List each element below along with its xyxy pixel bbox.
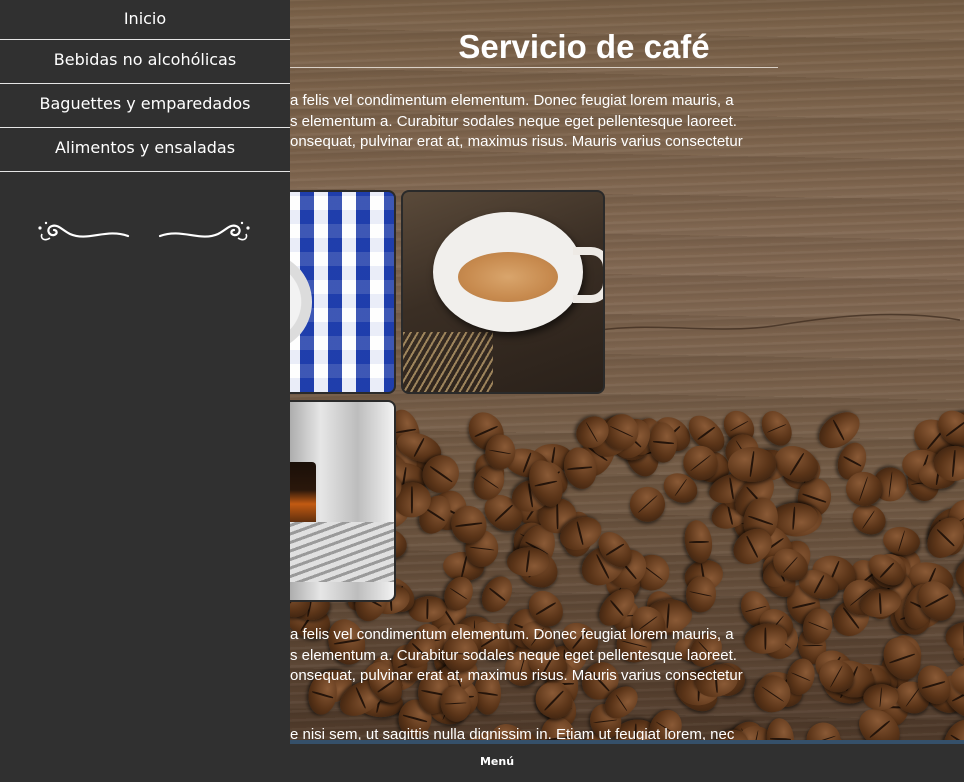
sidebar-item-baguettes[interactable]: Baguettes y emparedados bbox=[0, 84, 290, 128]
menu-button[interactable]: Menú bbox=[472, 755, 522, 768]
cup-handle bbox=[573, 247, 603, 303]
page-title: Servicio de café bbox=[290, 26, 778, 68]
flourish-left-icon bbox=[38, 221, 130, 241]
paragraph-1: a felis vel condimentum elementum. Donec… bbox=[290, 91, 780, 153]
sidebar-item-bebidas[interactable]: Bebidas no alcohólicas bbox=[0, 40, 290, 84]
sidebar-item-inicio[interactable]: Inicio bbox=[0, 0, 290, 40]
paragraph-line: onsequat, pulvinar erat at, maximus risu… bbox=[290, 133, 743, 150]
paragraph-line: a felis vel condimentum elementum. Donec… bbox=[290, 92, 734, 109]
coffee-crema bbox=[458, 252, 558, 302]
paragraph-2: a felis vel condimentum elementum. Donec… bbox=[290, 625, 780, 687]
bottom-bar bbox=[290, 744, 964, 782]
paragraph-line: s elementum a. Curabitur sodales neque e… bbox=[290, 112, 737, 130]
photo-espresso-cup[interactable] bbox=[401, 190, 605, 394]
paragraph-line: s elementum a. Curabitur sodales neque e… bbox=[290, 646, 737, 664]
paragraph-line: onsequat, pulvinar erat at, maximus risu… bbox=[290, 667, 743, 684]
flourish-right-icon bbox=[158, 221, 250, 241]
sidebar-nav: Inicio Bebidas no alcohólicas Baguettes … bbox=[0, 0, 290, 782]
sidebar-item-alimentos[interactable]: Alimentos y ensaladas bbox=[0, 128, 290, 172]
paragraph-line: a felis vel condimentum elementum. Donec… bbox=[290, 626, 734, 643]
machine-grill bbox=[272, 522, 394, 582]
straw-decoration bbox=[403, 332, 493, 392]
